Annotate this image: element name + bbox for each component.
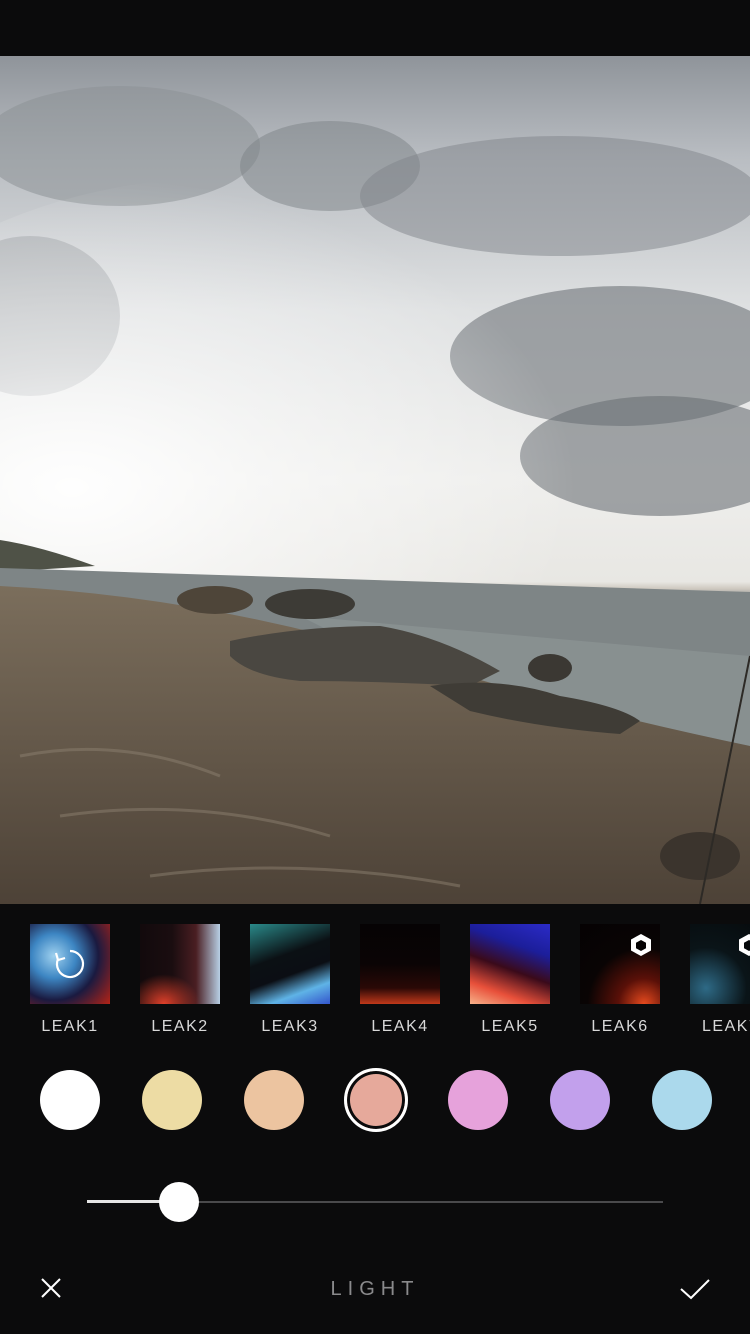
leak-item-2[interactable]: LEAK2 — [140, 924, 220, 1036]
leak-label: LEAK5 — [481, 1018, 539, 1035]
color-swatch-yellow[interactable] — [142, 1070, 202, 1130]
leak-label: LEAK7 — [702, 1018, 750, 1035]
leak-item-7[interactable]: LEAK7 — [690, 924, 750, 1036]
leak-thumbnail[interactable] — [140, 924, 220, 1004]
color-swatch-row — [0, 1068, 750, 1132]
color-swatch-pink[interactable] — [448, 1070, 508, 1130]
top-status-bar — [0, 0, 750, 56]
leak-label: LEAK2 — [151, 1018, 209, 1035]
leak-thumbnail[interactable] — [690, 924, 750, 1004]
reset-icon[interactable] — [53, 947, 87, 981]
leak-item-4[interactable]: LEAK4 — [360, 924, 440, 1036]
hexagon-badge-icon — [631, 934, 651, 956]
intensity-slider[interactable] — [87, 1182, 663, 1222]
color-swatch-salmon[interactable] — [344, 1068, 408, 1132]
leak-thumbnail[interactable] — [580, 924, 660, 1004]
checkmark-icon[interactable] — [675, 1268, 715, 1308]
leak-item-3[interactable]: LEAK3 — [250, 924, 330, 1036]
leak-thumbnail[interactable] — [470, 924, 550, 1004]
beach-photo — [0, 86, 750, 904]
bottom-toolbar: LIGHT — [0, 1244, 750, 1334]
leak-label: LEAK4 — [371, 1018, 429, 1035]
color-swatch-purple[interactable] — [550, 1070, 610, 1130]
color-swatch-blue[interactable] — [652, 1070, 712, 1130]
leak-thumbnail[interactable] — [250, 924, 330, 1004]
color-swatch-peach[interactable] — [244, 1070, 304, 1130]
leak-filter-strip[interactable]: LEAK1 LEAK2 LEAK3 LEAK4 LEAK5 LEAK6 LEAK — [0, 904, 750, 1044]
leak-label: LEAK6 — [591, 1018, 649, 1035]
photo-preview — [0, 56, 750, 904]
color-swatch-white[interactable] — [40, 1070, 100, 1130]
tool-title: LIGHT — [330, 1278, 420, 1300]
leak-thumbnail[interactable] — [360, 924, 440, 1004]
leak-thumbnail[interactable] — [30, 924, 110, 1004]
hexagon-badge-icon — [739, 934, 750, 956]
leak-label: LEAK1 — [41, 1018, 99, 1035]
leak-item-1[interactable]: LEAK1 — [30, 924, 110, 1036]
leak-item-6[interactable]: LEAK6 — [580, 924, 660, 1036]
slider-knob[interactable] — [159, 1182, 200, 1222]
leak-item-5[interactable]: LEAK5 — [470, 924, 550, 1036]
leak-label: LEAK3 — [261, 1018, 319, 1035]
